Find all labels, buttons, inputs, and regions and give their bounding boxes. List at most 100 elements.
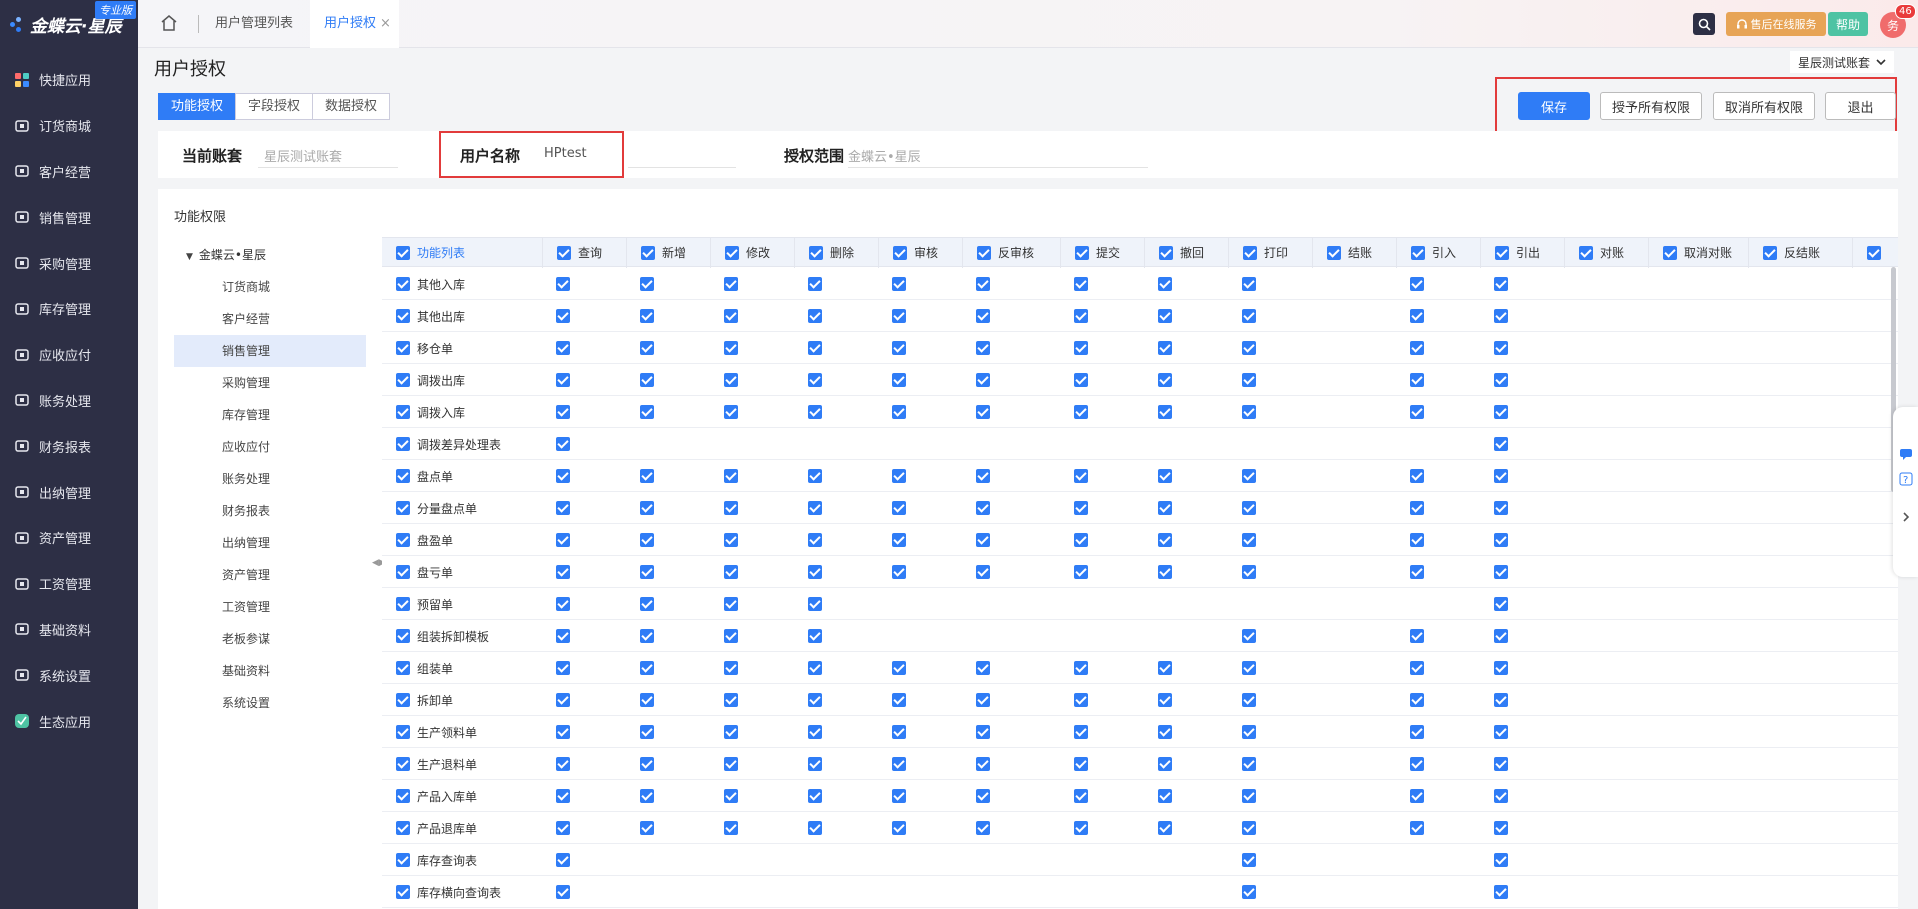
chevron-right-icon[interactable] (1900, 511, 1912, 523)
exit-button[interactable]: 退出 (1825, 92, 1896, 120)
row-checkbox[interactable] (396, 789, 410, 803)
permission-checkbox[interactable] (1242, 725, 1256, 739)
column-header[interactable]: 查询 (542, 238, 626, 268)
permission-checkbox[interactable] (556, 341, 570, 355)
permission-checkbox[interactable] (1074, 277, 1088, 291)
permission-checkbox[interactable] (1074, 821, 1088, 835)
column-header[interactable]: 撤回 (1144, 238, 1228, 268)
permission-checkbox[interactable] (556, 373, 570, 387)
header-checkbox[interactable] (557, 246, 571, 260)
sidebar-item-9[interactable]: 出纳管理 (0, 469, 138, 515)
permission-checkbox[interactable] (640, 565, 654, 579)
row-function-name[interactable]: 盘亏单 (396, 556, 453, 588)
row-function-name[interactable]: 调拨入库 (396, 396, 465, 428)
permission-checkbox[interactable] (556, 757, 570, 771)
revoke-all-button[interactable]: 取消所有权限 (1713, 92, 1815, 120)
permission-checkbox[interactable] (1494, 725, 1508, 739)
tree-node[interactable]: 工资管理 (174, 591, 366, 623)
permission-checkbox[interactable] (1074, 533, 1088, 547)
permission-checkbox[interactable] (1242, 405, 1256, 419)
permission-checkbox[interactable] (640, 693, 654, 707)
row-checkbox[interactable] (396, 565, 410, 579)
permission-checkbox[interactable] (1494, 565, 1508, 579)
permission-checkbox[interactable] (1158, 789, 1172, 803)
permission-checkbox[interactable] (640, 341, 654, 355)
permission-checkbox[interactable] (724, 629, 738, 643)
after-sales-service-button[interactable]: 售后在线服务 (1726, 12, 1826, 36)
permission-checkbox[interactable] (1074, 565, 1088, 579)
permission-checkbox[interactable] (640, 757, 654, 771)
permission-checkbox[interactable] (1494, 789, 1508, 803)
permission-checkbox[interactable] (1494, 661, 1508, 675)
permission-checkbox[interactable] (892, 757, 906, 771)
permission-checkbox[interactable] (1242, 885, 1256, 899)
row-function-name[interactable]: 其他出库 (396, 300, 465, 332)
column-header[interactable]: 提交 (1060, 238, 1144, 268)
permission-checkbox[interactable] (976, 821, 990, 835)
column-header-function-list[interactable]: 功能列表 (382, 238, 542, 268)
sidebar-item-1[interactable]: 订货商城 (0, 103, 138, 149)
permission-checkbox[interactable] (1074, 693, 1088, 707)
permission-checkbox[interactable] (976, 341, 990, 355)
permission-checkbox[interactable] (556, 469, 570, 483)
permission-checkbox[interactable] (1494, 533, 1508, 547)
column-header[interactable]: 反结账 (1748, 238, 1852, 268)
tree-root[interactable]: ▼ 金蝶云•星辰 (186, 246, 266, 263)
permission-checkbox[interactable] (1242, 853, 1256, 867)
row-function-name[interactable]: 库存横向查询表 (396, 876, 501, 908)
expand-arrow-icon[interactable]: ▼ (186, 252, 193, 262)
permission-checkbox[interactable] (1158, 533, 1172, 547)
permission-checkbox[interactable] (1158, 821, 1172, 835)
permission-checkbox[interactable] (556, 789, 570, 803)
row-function-name[interactable]: 其他入库 (396, 268, 465, 300)
permission-checkbox[interactable] (976, 725, 990, 739)
permission-checkbox[interactable] (1410, 533, 1424, 547)
permission-checkbox[interactable] (892, 565, 906, 579)
column-header[interactable]: 打印 (1228, 238, 1312, 268)
permission-checkbox[interactable] (640, 597, 654, 611)
chat-icon[interactable] (1899, 447, 1913, 461)
permission-checkbox[interactable] (1494, 341, 1508, 355)
permission-checkbox[interactable] (556, 437, 570, 451)
permission-checkbox[interactable] (724, 661, 738, 675)
permission-checkbox[interactable] (724, 469, 738, 483)
permission-checkbox[interactable] (640, 405, 654, 419)
header-checkbox[interactable] (1579, 246, 1593, 260)
permission-checkbox[interactable] (1242, 629, 1256, 643)
permission-checkbox[interactable] (1074, 725, 1088, 739)
row-function-name[interactable]: 生产领料单 (396, 716, 477, 748)
permission-checkbox[interactable] (1242, 341, 1256, 355)
sidebar-item-5[interactable]: 库存管理 (0, 286, 138, 332)
row-checkbox[interactable] (396, 885, 410, 899)
header-checkbox[interactable] (1663, 246, 1677, 260)
permission-checkbox[interactable] (1074, 789, 1088, 803)
permission-checkbox[interactable] (1494, 469, 1508, 483)
permission-checkbox[interactable] (892, 821, 906, 835)
column-header[interactable]: 结账 (1312, 238, 1396, 268)
permission-checkbox[interactable] (1074, 341, 1088, 355)
permission-checkbox[interactable] (892, 341, 906, 355)
sidebar-item-3[interactable]: 销售管理 (0, 194, 138, 240)
permission-checkbox[interactable] (1158, 501, 1172, 515)
permission-checkbox[interactable] (640, 309, 654, 323)
permission-checkbox[interactable] (1242, 693, 1256, 707)
permission-checkbox[interactable] (1158, 405, 1172, 419)
permission-checkbox[interactable] (556, 277, 570, 291)
row-checkbox[interactable] (396, 853, 410, 867)
permission-checkbox[interactable] (724, 821, 738, 835)
permission-checkbox[interactable] (808, 533, 822, 547)
permission-checkbox[interactable] (724, 533, 738, 547)
sidebar-item-14[interactable]: 生态应用 (0, 698, 138, 744)
permission-checkbox[interactable] (1242, 277, 1256, 291)
tree-node[interactable]: 老板参谋 (174, 623, 366, 655)
permission-checkbox[interactable] (892, 693, 906, 707)
tab-data-authorization[interactable]: 数据授权 (312, 93, 391, 120)
sidebar-item-13[interactable]: 系统设置 (0, 652, 138, 698)
header-checkbox[interactable] (725, 246, 739, 260)
row-checkbox[interactable] (396, 277, 410, 291)
permission-checkbox[interactable] (1242, 661, 1256, 675)
row-function-name[interactable]: 产品入库单 (396, 780, 477, 812)
permission-checkbox[interactable] (1242, 501, 1256, 515)
grant-all-button[interactable]: 授予所有权限 (1600, 92, 1702, 120)
permission-checkbox[interactable] (640, 373, 654, 387)
